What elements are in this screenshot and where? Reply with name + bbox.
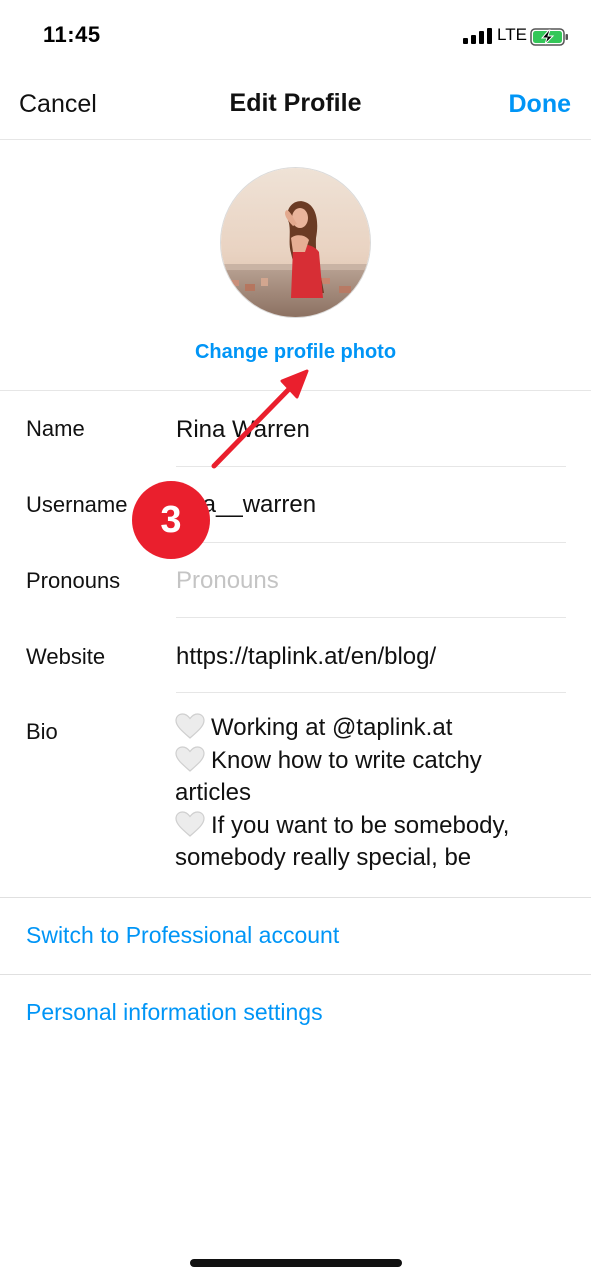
field-divider	[176, 617, 566, 618]
pronouns-label: Pronouns	[26, 568, 121, 593]
bio-line-text: Working at @taplink.at	[211, 714, 453, 741]
cancel-button[interactable]: Cancel	[19, 90, 97, 119]
done-button[interactable]: Done	[509, 90, 572, 119]
bio-line-text: somebody really special, be	[175, 844, 472, 871]
name-field[interactable]: Rina Warren	[176, 416, 310, 444]
bio-line: Know how to write catchy	[175, 745, 570, 778]
bio-label: Bio	[26, 719, 58, 744]
bio-line: Working at @taplink.at	[175, 712, 570, 745]
step-number-badge: 3	[132, 481, 210, 559]
personal-info-settings-link[interactable]: Personal information settings	[26, 999, 323, 1026]
white-heart-icon	[175, 713, 205, 739]
bio-line-text: If you want to be somebody,	[211, 811, 510, 839]
bio-line-text: articles	[175, 779, 252, 806]
bio-line: If you want to be somebody,	[175, 810, 570, 843]
status-time: 11:45	[43, 22, 101, 47]
switch-professional-link[interactable]: Switch to Professional account	[26, 922, 339, 949]
bio-line: somebody really special, be	[175, 842, 570, 875]
battery-charging-icon	[530, 28, 568, 46]
bio-line: articles	[175, 777, 570, 810]
network-type: LTE	[497, 25, 527, 44]
field-divider	[176, 466, 566, 467]
profile-photo-image	[221, 168, 370, 317]
change-profile-photo-link[interactable]: Change profile photo	[0, 341, 591, 364]
bio-field[interactable]: Working at @taplink.at Know how to write…	[175, 712, 570, 875]
website-label: Website	[26, 644, 106, 669]
field-divider	[176, 692, 566, 693]
website-field[interactable]: https://taplink.at/en/blog/	[176, 643, 436, 671]
profile-avatar[interactable]	[220, 167, 371, 318]
white-heart-icon	[175, 745, 205, 772]
field-divider	[176, 542, 566, 543]
white-heart-icon	[175, 810, 205, 837]
username-label: Username	[26, 492, 128, 517]
status-bar: 11:45 LTE	[0, 0, 591, 70]
pronouns-field[interactable]: Pronouns	[176, 567, 279, 595]
name-label: Name	[26, 416, 85, 441]
section-divider	[0, 897, 591, 898]
signal-icon	[463, 28, 493, 44]
section-divider	[0, 390, 591, 391]
section-divider	[0, 974, 591, 975]
home-indicator[interactable]	[190, 1259, 402, 1267]
nav-bar: Cancel Edit Profile Done	[0, 70, 591, 140]
bio-line-text: Know how to write catchy	[211, 746, 482, 774]
